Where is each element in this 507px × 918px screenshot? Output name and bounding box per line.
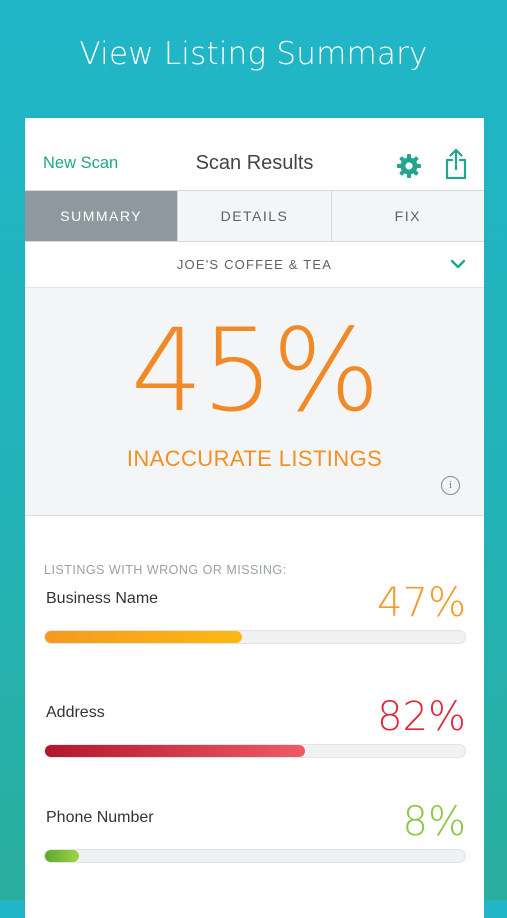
progress-track [44, 630, 466, 644]
scan-results-card: New Scan Scan Results SUMMARY DETAILS FI… [25, 118, 484, 918]
metric-label: Business Name [46, 590, 159, 607]
metric-percent: 8% [402, 799, 466, 845]
metric-label: Phone Number [46, 809, 154, 826]
chevron-down-icon[interactable] [450, 259, 466, 269]
info-icon[interactable]: i [441, 476, 460, 495]
tab-fix[interactable]: FIX [330, 191, 484, 241]
business-selector[interactable]: JOE'S COFFEE & TEA [25, 242, 484, 288]
progress-track [44, 744, 466, 758]
progress-fill [45, 631, 243, 643]
metric-label: Address [46, 704, 105, 721]
tab-details[interactable]: DETAILS [177, 191, 331, 241]
progress-track [44, 849, 466, 863]
nav-bar: New Scan Scan Results [25, 118, 484, 191]
breakdown-heading: LISTINGS WITH WRONG OR MISSING: [44, 563, 287, 577]
share-icon[interactable] [444, 148, 468, 180]
gear-icon[interactable] [396, 153, 422, 179]
summary-panel: 45% INACCURATE LISTINGS i [25, 288, 484, 516]
metric-percent: 47% [377, 580, 466, 626]
metric-percent: 82% [377, 694, 466, 740]
promo-headline: View Listing Summary [79, 36, 428, 72]
inaccurate-label: INACCURATE LISTINGS [126, 446, 383, 471]
tab-summary[interactable]: SUMMARY [25, 191, 178, 241]
inaccurate-percent: 45% [130, 304, 380, 437]
business-name: JOE'S COFFEE & TEA [176, 257, 333, 272]
progress-fill [45, 745, 306, 757]
progress-fill [45, 850, 79, 862]
tab-bar: SUMMARY DETAILS FIX [25, 191, 484, 242]
